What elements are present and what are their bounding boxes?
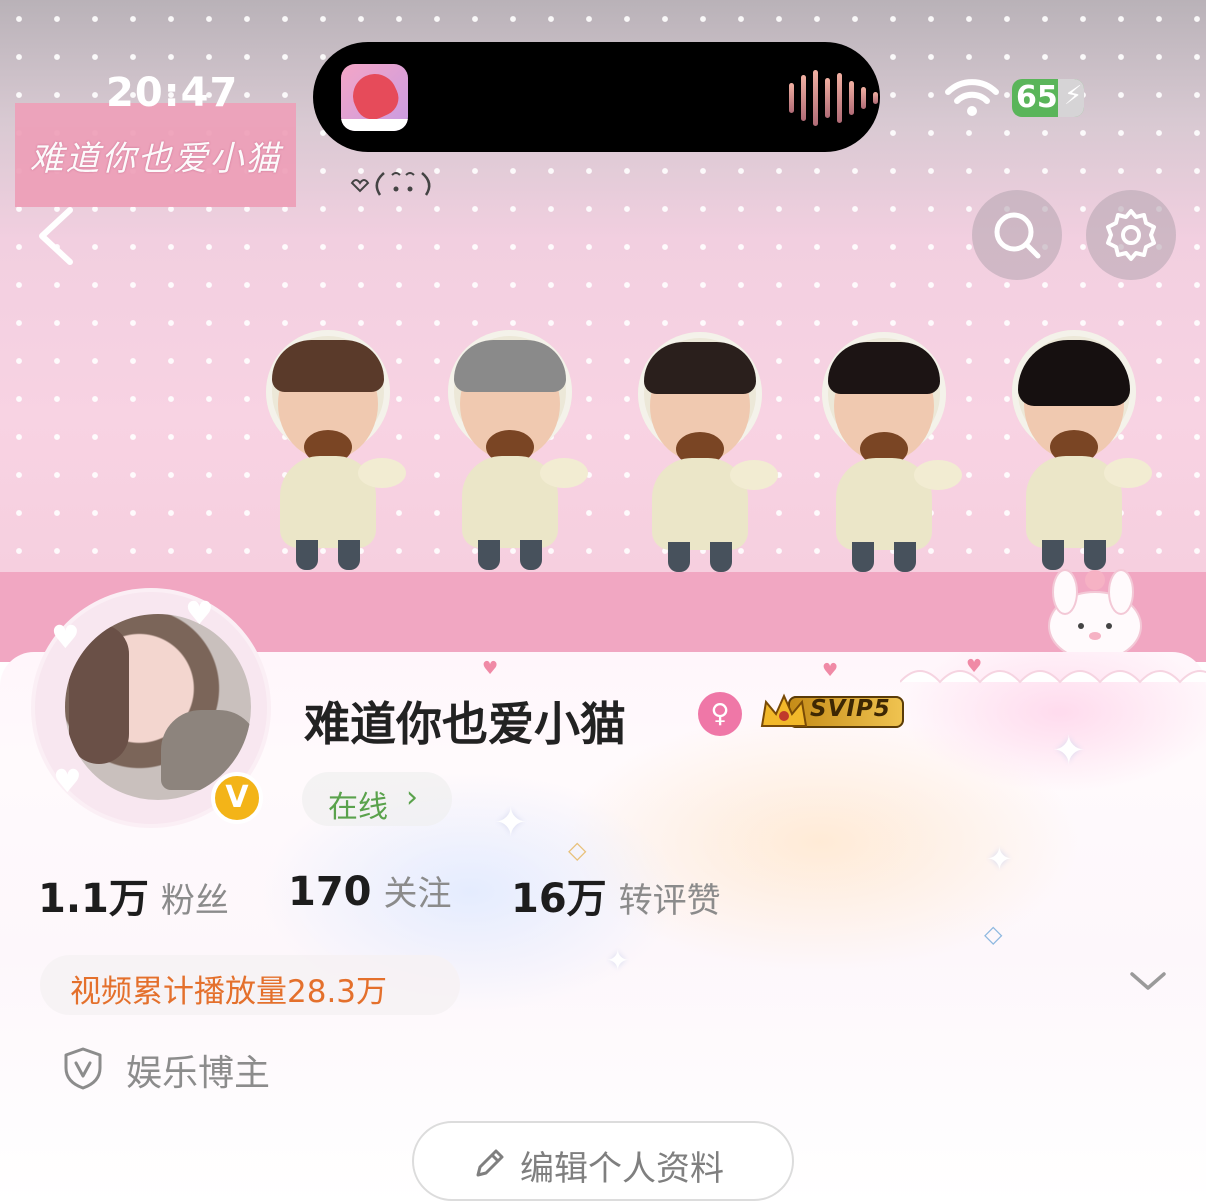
pencil-icon — [476, 1149, 504, 1177]
banner-sticker — [258, 330, 406, 580]
settings-button[interactable] — [1086, 190, 1176, 280]
search-button[interactable] — [972, 190, 1062, 280]
battery-icon: 65 ⚡ — [1012, 79, 1084, 117]
stat-interactions[interactable]: 16万 转评赞 — [511, 866, 721, 924]
female-gender-icon: ♀ — [698, 692, 742, 736]
back-arrow-icon[interactable] — [32, 204, 82, 268]
edit-profile-label: 编辑个人资料 — [520, 1149, 724, 1189]
stat-value: 16万 — [511, 876, 607, 922]
shield-v-icon — [64, 1047, 102, 1090]
banner-sticker — [630, 332, 778, 582]
chevron-down-icon[interactable] — [1128, 968, 1168, 994]
avatar[interactable] — [65, 614, 251, 800]
heart-decoration: ◇ — [568, 836, 587, 864]
heart-decoration: ◇ — [984, 920, 1003, 948]
stat-label: 关注 — [383, 874, 452, 914]
cloud-border-decoration — [900, 670, 1206, 684]
sparkle-decoration: ✦ — [606, 944, 630, 977]
online-status-text: 在线 — [328, 790, 388, 825]
online-status-button[interactable]: 在线 › — [302, 772, 452, 826]
banner-sticker — [1004, 330, 1152, 580]
sparkle-decoration: ✦ — [1052, 728, 1086, 774]
doodle-face-icon — [350, 172, 431, 196]
search-icon — [994, 212, 1041, 259]
sparkle-decoration: ✦ — [494, 800, 528, 846]
heart-decoration: ♥ — [53, 762, 82, 800]
crown-icon — [760, 693, 808, 727]
stat-fans[interactable]: 1.1万 粉丝 — [38, 866, 229, 924]
gear-icon — [1106, 209, 1156, 261]
svip-badge[interactable]: SVIP5 — [758, 690, 904, 734]
heart-decoration: ♥ — [185, 594, 214, 632]
stat-label: 转评赞 — [618, 881, 721, 921]
dynamic-island[interactable] — [313, 42, 880, 152]
verified-badge: V — [211, 772, 263, 824]
heart-decoration: ♥ — [482, 658, 499, 679]
banner-sign-image: 难道你也爱小猫 — [15, 103, 296, 207]
audio-wave-icon — [789, 70, 878, 126]
profile-name: 难道你也爱小猫 — [304, 697, 626, 751]
wifi-icon — [945, 79, 999, 116]
video-views-text: 视频累计播放量28.3万 — [70, 974, 388, 1010]
svip-label: SVIP5 — [810, 696, 891, 722]
video-views-badge[interactable]: 视频累计播放量28.3万 — [40, 955, 460, 1015]
banner-sign-text: 难道你也爱小猫 — [29, 138, 282, 179]
edit-profile-button[interactable]: 编辑个人资料 — [412, 1121, 794, 1201]
stat-value: 1.1万 — [38, 876, 149, 922]
sparkle-decoration: ✦ — [986, 840, 1013, 878]
stat-value: 170 — [288, 869, 372, 915]
banner-sticker — [440, 330, 588, 580]
heart-decoration: ♥ — [822, 660, 839, 681]
bunny-sticker — [1048, 569, 1142, 661]
island-app-icon[interactable] — [341, 64, 408, 131]
chevron-right-icon: › — [406, 780, 418, 815]
status-time: 20:47 — [106, 70, 239, 116]
heart-decoration: ♥ — [966, 656, 983, 677]
stat-following[interactable]: 170 关注 — [288, 866, 452, 915]
banner-sticker — [814, 332, 962, 582]
profile-tag[interactable]: 娱乐博主 — [126, 1044, 270, 1096]
battery-level: 65 — [1016, 80, 1058, 115]
heart-decoration: ♥ — [51, 618, 80, 656]
stat-label: 粉丝 — [160, 881, 229, 921]
